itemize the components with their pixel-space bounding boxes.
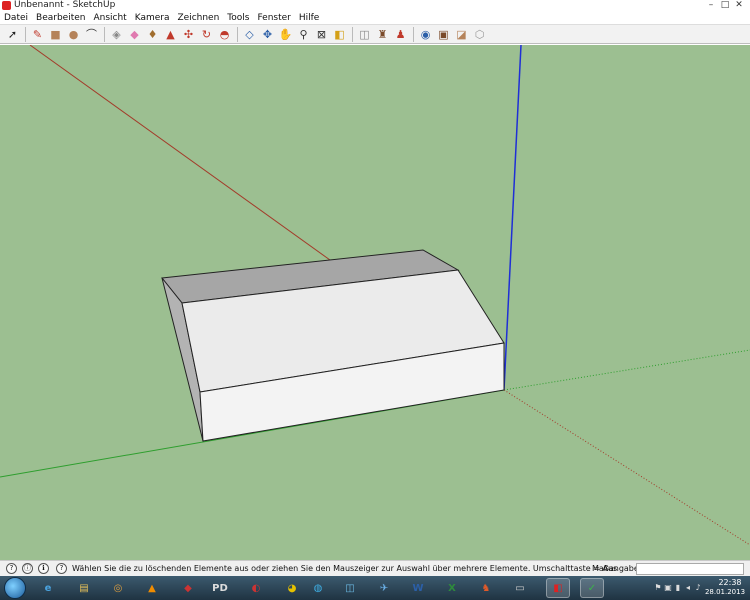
app-taskbar-icon-9[interactable]: ◍ (306, 578, 330, 598)
battery-tray-icon[interactable]: ▮ (674, 584, 682, 592)
network-tray-icon[interactable]: ▣ (664, 584, 672, 592)
flag-tray-icon[interactable]: ⚑ (654, 584, 662, 592)
ie-taskbar-icon[interactable]: e (36, 578, 60, 598)
menu-fenster[interactable]: Fenster (253, 12, 294, 24)
start-button[interactable] (4, 577, 26, 599)
offset-tool-icon[interactable]: ◇ (241, 26, 258, 43)
move-tool-icon[interactable]: ✣ (180, 26, 197, 43)
menu-ansicht[interactable]: Ansicht (89, 12, 130, 24)
toolbar-separator (413, 26, 414, 42)
app-taskbar-icon-5[interactable]: ◆ (176, 578, 200, 598)
follow-me-tool-icon[interactable]: ◓ (216, 26, 233, 43)
select-tool-icon[interactable]: ➚ (4, 26, 21, 43)
menu-hilfe[interactable]: Hilfe (295, 12, 323, 24)
component-browser-icon[interactable]: ⬡ (471, 26, 488, 43)
menu-datei[interactable]: Datei (0, 12, 32, 24)
app-taskbar-icon-8[interactable]: ◕ (280, 578, 304, 598)
status-help-icon[interactable]: ? (56, 563, 67, 574)
cmd-taskbar-icon[interactable]: ▭ (508, 578, 532, 598)
red-axis (29, 45, 331, 261)
pencil-line-tool-icon[interactable]: ✎ (29, 26, 46, 43)
excel-taskbar-icon[interactable]: X (440, 578, 464, 598)
maximize-button[interactable]: □ (718, 0, 732, 11)
toolbar-separator (104, 26, 105, 42)
paint-bucket-icon[interactable]: ♦ (144, 26, 161, 43)
measurements-label: Maßangaben (592, 564, 644, 573)
look-around-icon[interactable]: ◉ (417, 26, 434, 43)
eraser-tool-icon[interactable]: ◆ (126, 26, 143, 43)
status-message: Wählen Sie die zu löschenden Elemente au… (72, 564, 618, 573)
green-axis-negative (503, 349, 750, 391)
position-camera-icon[interactable]: ♟ (392, 26, 409, 43)
window-title: Unbenannt - SketchUp (14, 0, 116, 10)
toolbar-separator (237, 26, 238, 42)
app-taskbar-icon-7[interactable]: ◐ (244, 578, 268, 598)
toolbar-separator (352, 26, 353, 42)
circle-tool-icon[interactable]: ● (65, 26, 82, 43)
word-taskbar-icon[interactable]: W (406, 578, 430, 598)
blue-axis (503, 45, 522, 391)
explorer-taskbar-icon[interactable]: ▤ (72, 578, 96, 598)
app-taskbar-icon-10[interactable]: ◫ (338, 578, 362, 598)
credits-icon[interactable]: ℹ (38, 563, 49, 574)
app-taskbar-icon-3[interactable]: ◎ (106, 578, 130, 598)
make-component-icon[interactable]: ◈ (108, 26, 125, 43)
zoom-tool-icon[interactable]: ⚲ (295, 26, 312, 43)
vlc-taskbar-icon[interactable]: ▲ (140, 578, 164, 598)
push-pull-tool-icon[interactable]: ▲ (162, 26, 179, 43)
window-controls: – □ ✕ (704, 0, 746, 11)
clock-date[interactable]: 28.01.2013 (702, 588, 748, 596)
tape-measure-icon[interactable]: ◧ (331, 26, 348, 43)
app-taskbar-icon-17[interactable]: ✓ (580, 578, 604, 598)
pan-tool-icon[interactable]: ✋ (277, 26, 294, 43)
rotate-tool-icon[interactable]: ↻ (198, 26, 215, 43)
minimize-button[interactable]: – (704, 0, 718, 11)
app-taskbar-icon-14[interactable]: ♞ (474, 578, 498, 598)
geo-location-icon[interactable]: ⓘ (22, 563, 33, 574)
menu-bar: Datei Bearbeiten Ansicht Kamera Zeichnen… (0, 12, 750, 24)
drawing-viewport[interactable] (0, 45, 750, 560)
close-button[interactable]: ✕ (732, 0, 746, 11)
zoom-extents-icon[interactable]: ⊠ (313, 26, 330, 43)
pd-taskbar-icon[interactable]: PD (208, 578, 232, 598)
measurements-input[interactable] (636, 563, 744, 575)
walk-tool-icon[interactable]: ♜ (374, 26, 391, 43)
share-model-icon[interactable]: ◪ (453, 26, 470, 43)
sketchup-taskbar-icon[interactable]: ◧ (546, 578, 570, 598)
status-bar: ? ⓘ ℹ ? Wählen Sie die zu löschenden Ele… (0, 560, 750, 577)
app-taskbar-icon-11[interactable]: ✈ (372, 578, 396, 598)
get-models-icon[interactable]: ▣ (435, 26, 452, 43)
clock-time[interactable]: 22:38 (712, 578, 748, 587)
menu-bearbeiten[interactable]: Bearbeiten (32, 12, 89, 24)
rectangle-tool-icon[interactable]: ■ (47, 26, 64, 43)
windows-taskbar: ⚑ ▣ ▮ ◂ ♪ 22:38 28.01.2013 e ▤ ◎ ▲ ◆ PD ◐ ◕ ◍ ◫ ✈ W X ♞ ▭ ◧… (0, 576, 750, 600)
arrow-tray-icon[interactable]: ◂ (684, 584, 692, 592)
scene-canvas (0, 45, 750, 546)
menu-zeichnen[interactable]: Zeichnen (173, 12, 223, 24)
volume-tray-icon[interactable]: ♪ (694, 584, 702, 592)
toolbar-separator (25, 26, 26, 42)
sketchup-app-icon[interactable] (2, 1, 11, 10)
menu-tools[interactable]: Tools (223, 12, 253, 24)
orbit-tool-icon[interactable]: ✥ (259, 26, 276, 43)
arc-tool-icon[interactable]: ⌒ (83, 26, 100, 43)
red-axis-negative (503, 389, 750, 546)
main-toolbar: ➚ ✎ ■ ● ⌒ ◈ ◆ ♦ ▲ ✣ ↻ ◓ ◇ ✥ ✋ ⚲ ⊠ ◧ ◫ ♜ ♟ ◉ ▣ ◪ ⬡ (0, 24, 750, 44)
protractor-icon[interactable]: ◫ (356, 26, 373, 43)
info-icon[interactable]: ? (6, 563, 17, 574)
menu-kamera[interactable]: Kamera (131, 12, 174, 24)
